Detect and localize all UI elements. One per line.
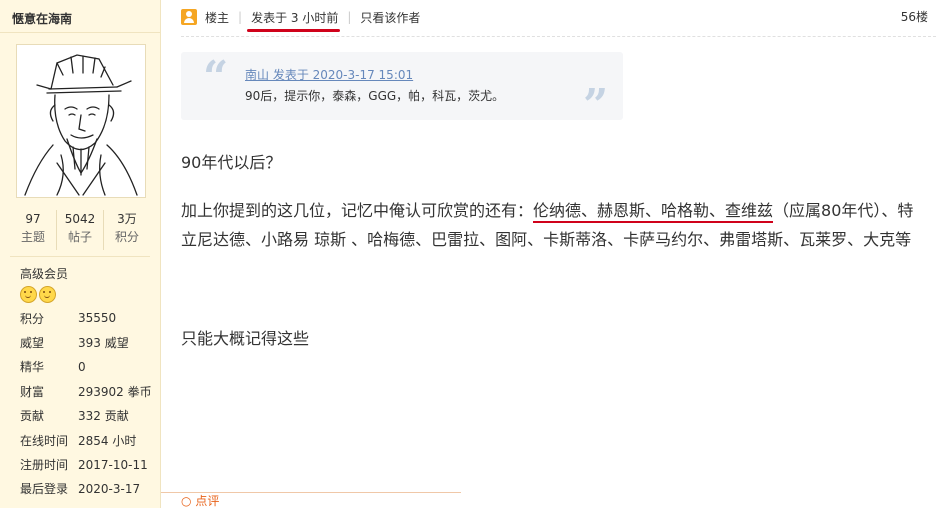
- member-rank[interactable]: 高级会员: [20, 265, 68, 282]
- paragraph: 90年代以后？: [181, 153, 282, 172]
- info-row: 最后登录 2020-3-17: [20, 477, 160, 501]
- info-row: 积分 35550: [20, 306, 160, 330]
- quote-block: “ 南山 发表于 2020-3-17 15:01 90后，提示你，泰森，GGG，…: [181, 52, 623, 130]
- quote-author-link[interactable]: 南山 发表于 2020-3-17 15:01: [245, 68, 413, 82]
- quote-open-icon: “: [203, 52, 229, 103]
- post-time-text: 发表于 3 小时前: [251, 10, 339, 25]
- info-row: 财富 293902 拳币: [20, 379, 160, 403]
- info-value: 2020-3-17: [78, 481, 141, 496]
- stat-threads[interactable]: 97 主题: [10, 210, 57, 250]
- paragraph: 加上你提到的这几位，记忆中俺认可欣赏的还有：伦纳德、赫恩斯、哈格勒、查维兹（应属…: [181, 196, 929, 254]
- info-value: 2854 小时: [78, 433, 137, 448]
- info-row: 在线时间 2854 小时: [20, 428, 160, 452]
- info-row: 威望 393 威望: [20, 330, 160, 354]
- divider: [181, 36, 936, 38]
- post-main: 楼主 | 发表于 3 小时前 | 只看该作者 56楼 “ 南山 发表于 2020…: [161, 0, 936, 508]
- divider: [10, 256, 150, 257]
- info-row: 注册时间 2017-10-11: [20, 452, 160, 476]
- avatar[interactable]: [16, 44, 146, 198]
- author-info: 积分 35550 威望 393 威望 精华 0 财富 293902 拳币 贡献 332 贡…: [20, 306, 160, 501]
- author-username[interactable]: 惬意在海南: [12, 10, 72, 27]
- stat-value: 97: [25, 212, 41, 226]
- author-only-link[interactable]: 只看该作者: [360, 9, 420, 26]
- highlighted-names: 伦纳德、赫恩斯、哈格勒、查维兹: [533, 201, 774, 223]
- comment-icon: ○: [181, 494, 192, 508]
- info-value: 293902 拳币: [78, 384, 152, 399]
- stat-posts[interactable]: 5042 帖子: [57, 210, 104, 250]
- stat-label: 积分: [114, 230, 139, 244]
- avatar-portrait-icon: [24, 54, 138, 196]
- user-icon: [181, 9, 197, 25]
- quote-header: 南山 发表于 2020-3-17 15:01: [245, 66, 413, 83]
- info-value: 393 威望: [78, 336, 129, 351]
- author-sidebar: 惬意在海南 97 主题 5042 帖子 3万 积分 高级会员 积分 35550 …: [0, 0, 161, 508]
- stat-label: 主题: [20, 230, 45, 244]
- info-value: 2017-10-11: [78, 457, 148, 472]
- paragraph: 只能大概记得这些: [181, 329, 310, 348]
- paragraph-text: 加上你提到的这几位，记忆中俺认可欣赏的还有：: [181, 201, 534, 220]
- rate-label: 点评: [195, 494, 220, 508]
- red-annotation-underline: [247, 28, 341, 32]
- quote-body: 90后，提示你，泰森，GGG，帕，科瓦，茨尤。: [245, 89, 505, 103]
- post-time: 发表于 3 小时前: [247, 9, 341, 32]
- smiley-icon: [39, 286, 56, 303]
- info-value: 332 贡献: [78, 409, 129, 424]
- quote-close-icon: ”: [583, 80, 609, 131]
- info-key: 贡献: [20, 409, 45, 424]
- rank-stars: [20, 286, 56, 303]
- stat-points[interactable]: 3万 积分: [104, 210, 150, 250]
- post-meta-bar: 楼主 | 发表于 3 小时前 | 只看该作者: [181, 8, 420, 32]
- info-row: 精华 0: [20, 355, 160, 379]
- floor-number[interactable]: 56楼: [901, 8, 928, 25]
- info-key: 最后登录: [20, 482, 69, 497]
- info-key: 在线时间: [20, 433, 69, 448]
- info-row: 贡献 332 贡献: [20, 404, 160, 428]
- stat-label: 帖子: [67, 230, 92, 244]
- info-value: 0: [78, 359, 86, 374]
- separator: |: [347, 10, 352, 24]
- author-stats: 97 主题 5042 帖子 3万 积分: [10, 210, 150, 250]
- op-badge: 楼主: [205, 10, 230, 25]
- stat-value: 3万: [117, 212, 137, 226]
- divider: [0, 32, 160, 33]
- info-key: 注册时间: [20, 458, 69, 473]
- separator: |: [238, 10, 243, 24]
- info-key: 积分: [20, 311, 45, 326]
- info-key: 威望: [20, 336, 45, 351]
- info-value: 35550: [78, 311, 117, 326]
- rate-button[interactable]: ○ 点评: [181, 492, 219, 509]
- info-key: 财富: [20, 384, 45, 399]
- stat-value: 5042: [64, 212, 96, 226]
- smiley-icon: [20, 286, 37, 303]
- info-key: 精华: [20, 360, 45, 375]
